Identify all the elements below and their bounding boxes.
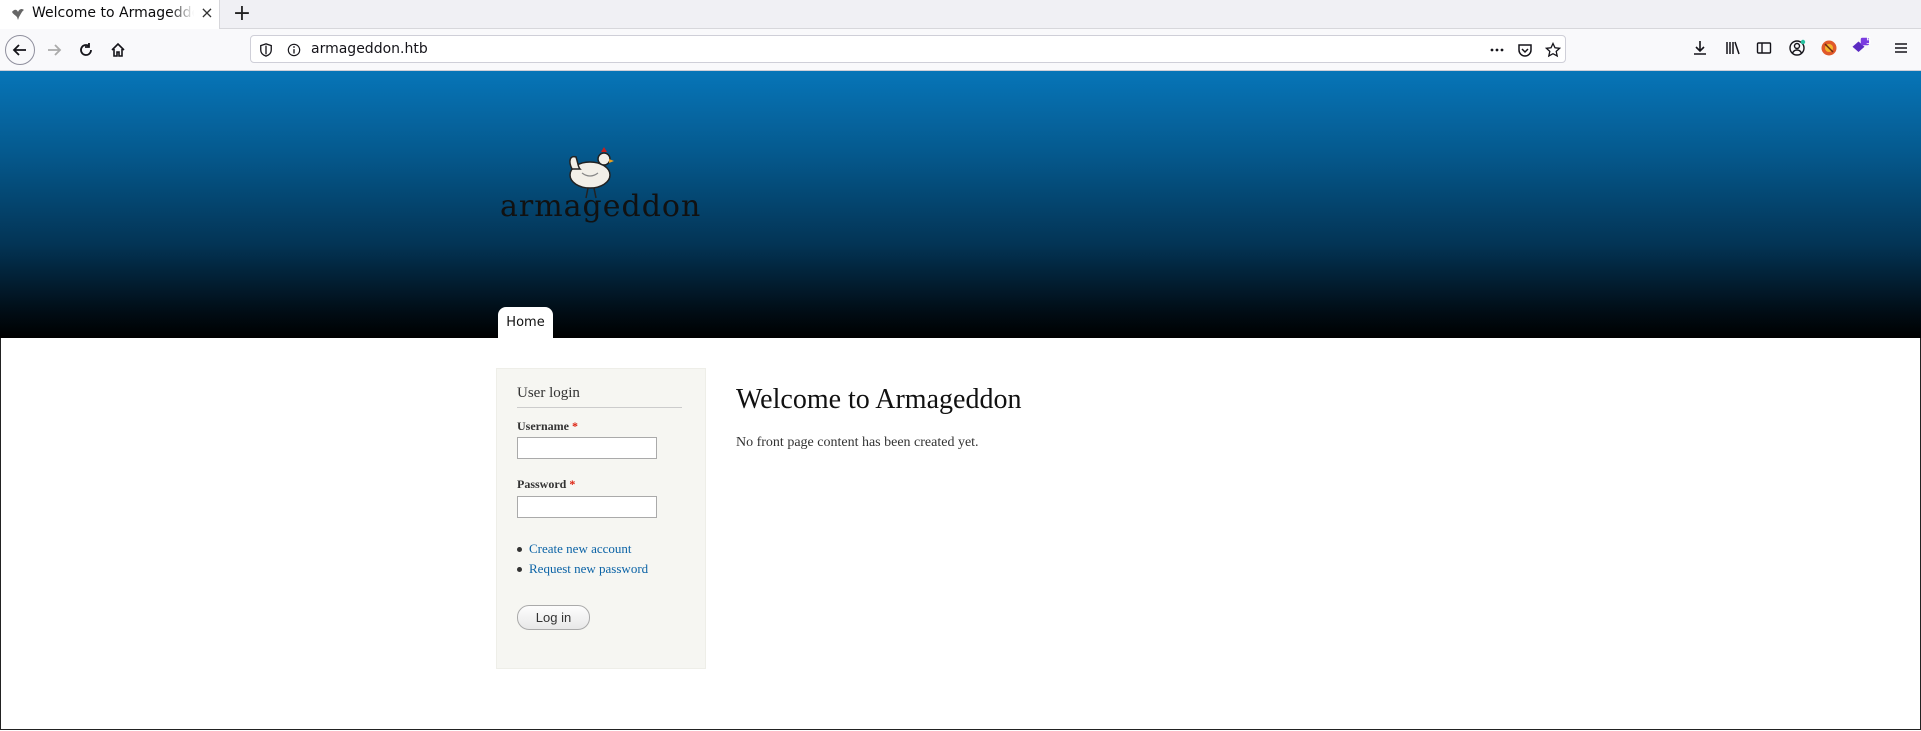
shield-icon[interactable] — [257, 41, 275, 59]
forward-icon — [48, 44, 62, 56]
url-bar[interactable]: armageddon.htb — [250, 35, 1566, 63]
download-icon[interactable] — [1691, 39, 1709, 57]
nav-home-tab[interactable]: Home — [498, 307, 553, 338]
login-links-list: Create new account Request new password — [517, 539, 648, 579]
create-account-link[interactable]: Create new account — [529, 541, 632, 557]
pocket-icon[interactable] — [1516, 41, 1534, 59]
page-title: Welcome to Armageddon — [736, 384, 1022, 415]
library-icon[interactable] — [1724, 39, 1742, 57]
login-button[interactable]: Log in — [517, 605, 590, 630]
extension-badge-icon[interactable]: 5 — [1851, 37, 1872, 55]
back-button[interactable] — [5, 35, 35, 65]
password-label: Password * — [517, 477, 575, 492]
back-icon — [12, 44, 26, 56]
tab-active[interactable]: Welcome to Armageddon × — [0, 0, 220, 29]
extension-badge-count: 5 — [1866, 37, 1872, 47]
password-label-text: Password — [517, 477, 567, 491]
login-block-title: User login — [517, 385, 580, 401]
star-icon[interactable] — [1544, 41, 1562, 59]
list-item: Request new password — [517, 559, 648, 579]
bullet — [517, 546, 522, 552]
home-button[interactable] — [103, 35, 133, 65]
new-tab-button[interactable]: + — [230, 2, 254, 26]
site-name[interactable]: armageddon — [500, 189, 700, 224]
navigation-toolbar: armageddon.htb 5 — [0, 29, 1921, 71]
menu-icon[interactable] — [1892, 39, 1910, 57]
info-icon[interactable] — [285, 41, 303, 59]
username-label: Username * — [517, 419, 578, 434]
reload-button[interactable] — [71, 35, 101, 65]
site-header: armageddon Home — [0, 71, 1921, 338]
request-password-link[interactable]: Request new password — [529, 561, 648, 577]
list-item: Create new account — [517, 539, 648, 559]
chicken-favicon-icon — [10, 6, 26, 22]
more-icon[interactable] — [1488, 41, 1506, 59]
close-tab-icon[interactable]: × — [198, 4, 216, 22]
extension-icon[interactable] — [1820, 39, 1838, 57]
tab-title: Welcome to Armageddon — [32, 5, 194, 21]
url-text[interactable]: armageddon.htb — [311, 41, 428, 57]
username-input[interactable] — [517, 437, 657, 459]
home-icon — [111, 42, 125, 57]
required-marker: * — [571, 419, 578, 433]
sidebar-icon[interactable] — [1755, 39, 1773, 57]
required-marker: * — [569, 477, 576, 491]
account-icon[interactable] — [1788, 39, 1806, 57]
bullet — [517, 566, 522, 572]
forward-button[interactable] — [39, 35, 69, 65]
password-input[interactable] — [517, 496, 657, 518]
reload-icon — [80, 43, 92, 56]
username-label-text: Username — [517, 419, 569, 433]
page-body-text: No front page content has been created y… — [736, 435, 979, 450]
user-login-block: User login Username * Password * Create … — [496, 368, 706, 669]
title-divider — [517, 407, 682, 408]
tab-strip: Welcome to Armageddon × + — [0, 0, 1921, 29]
